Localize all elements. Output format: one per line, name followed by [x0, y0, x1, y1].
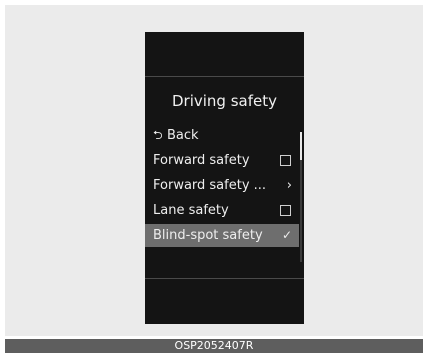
- menu-item-label: Forward safety ...: [153, 178, 267, 193]
- menu-item-blind-spot-safety[interactable]: Blind-spot safety ✓: [145, 224, 299, 247]
- scrollbar-thumb[interactable]: [300, 132, 302, 160]
- menu-item-forward-safety[interactable]: Forward safety: [145, 149, 299, 172]
- return-arrow-icon: ⮌: [153, 128, 163, 142]
- scrollbar[interactable]: [300, 132, 302, 262]
- menu-item-lane-safety[interactable]: Lane safety: [145, 199, 299, 222]
- bottom-divider: [145, 278, 304, 279]
- checkmark-icon: ✓: [281, 228, 292, 242]
- menu-item-label: Blind-spot safety: [153, 228, 263, 243]
- top-divider: [145, 76, 304, 77]
- menu-item-label: Lane safety: [153, 203, 229, 218]
- figure-background: Driving safety ⮌ Back Forward safety For…: [5, 5, 423, 336]
- menu-item-forward-safety-submenu[interactable]: Forward safety ... ›: [145, 174, 299, 197]
- checkbox-icon[interactable]: [280, 155, 291, 166]
- back-label: Back: [167, 128, 199, 143]
- cluster-display: Driving safety ⮌ Back Forward safety For…: [145, 32, 304, 324]
- menu-title: Driving safety: [172, 92, 277, 110]
- chevron-right-icon: ›: [286, 178, 292, 193]
- checkbox-icon[interactable]: [280, 205, 291, 216]
- menu-item-label: Forward safety: [153, 153, 250, 168]
- back-button[interactable]: ⮌ Back: [145, 124, 299, 147]
- figure-caption: OSP2052407R: [5, 339, 423, 353]
